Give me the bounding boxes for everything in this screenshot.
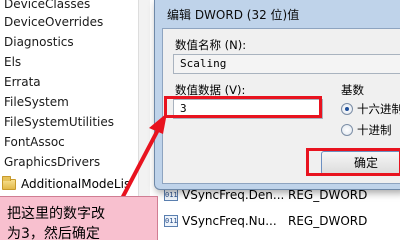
reg-dword-icon: 011 bbox=[164, 189, 178, 201]
tree-item-diagnostics[interactable]: Diagnostics bbox=[4, 32, 74, 52]
callout-text: 把这里的数字改 为3，然后确定 bbox=[7, 204, 157, 240]
annotation-callout: 把这里的数字改 为3，然后确定 bbox=[0, 196, 158, 240]
tree-item-additionalmodelists[interactable]: AdditionalModeLis bbox=[2, 175, 130, 193]
radio-decimal[interactable]: 十进制 bbox=[341, 122, 392, 138]
radio-hexadecimal[interactable]: 十六进制 bbox=[341, 101, 400, 117]
tree-item-graphicsdrivers[interactable]: GraphicsDrivers bbox=[4, 152, 100, 172]
reg-dword-icon: 011 bbox=[164, 215, 178, 227]
callout-line-2: 为3，然后确定 bbox=[7, 226, 100, 240]
tree-item-filesystemutilities[interactable]: FileSystemUtilities bbox=[4, 112, 114, 132]
tree-item-errata[interactable]: Errata bbox=[4, 72, 41, 92]
radio-button-icon bbox=[341, 124, 353, 136]
folder-icon bbox=[2, 175, 16, 190]
annotation-highlight-data-field bbox=[164, 96, 322, 118]
dialog-title: 编辑 DWORD (32 位)值 bbox=[167, 8, 300, 22]
radio-button-icon bbox=[341, 103, 353, 115]
value-row[interactable]: 011 VSyncFreq.Nu... REG_DWORD bbox=[164, 212, 367, 230]
value-name: VSyncFreq.Nu... bbox=[182, 214, 277, 228]
tree-item-filesystem[interactable]: FileSystem bbox=[4, 92, 69, 112]
tree-item-deviceoverrides[interactable]: DeviceOverrides bbox=[4, 12, 103, 32]
tree-item-fontassoc[interactable]: FontAssoc bbox=[4, 132, 65, 152]
annotation-highlight-ok-button bbox=[306, 148, 400, 176]
value-name-label: 数值名称 (N): bbox=[175, 38, 247, 52]
tree-folder-label: AdditionalModeLis bbox=[21, 177, 131, 191]
value-name-field[interactable]: Scaling bbox=[173, 54, 400, 74]
radio-dec-label: 十进制 bbox=[357, 123, 392, 137]
tree-item-els[interactable]: Els bbox=[4, 52, 21, 72]
radio-hex-label: 十六进制 bbox=[357, 102, 400, 116]
base-group-label: 基数 bbox=[341, 83, 364, 97]
value-type: REG_DWORD bbox=[288, 214, 368, 228]
callout-line-1: 把这里的数字改 bbox=[7, 206, 105, 222]
